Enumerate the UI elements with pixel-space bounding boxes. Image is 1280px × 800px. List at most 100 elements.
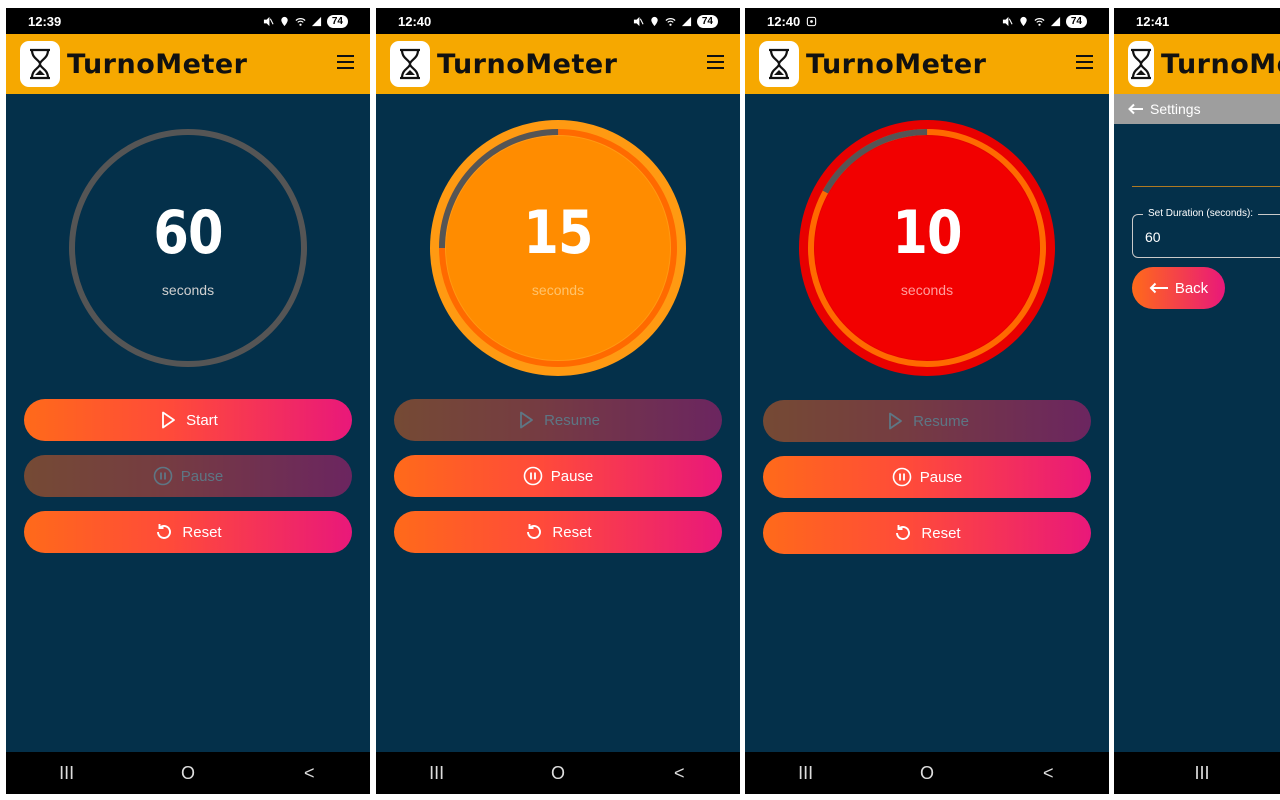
reset-icon: [896, 525, 911, 540]
pause-button-label: Pause: [180, 467, 224, 485]
play-icon: [889, 412, 902, 430]
timer-value: 10: [892, 198, 962, 268]
battery-indicator: 74: [1065, 14, 1087, 28]
recents-button[interactable]: III: [1182, 763, 1222, 784]
status-bar: 12:39 74: [6, 8, 370, 34]
hourglass-logo-icon: [1128, 41, 1154, 87]
mute-icon: [1002, 16, 1013, 26]
phone-screen-idle: 12:39 74 TurnoMeter 60 seconds Start Pau…: [6, 8, 370, 794]
reset-button[interactable]: Reset: [394, 511, 722, 553]
signal-icon: [311, 16, 321, 26]
status-icons: 74: [263, 14, 348, 28]
location-icon: [1020, 16, 1027, 26]
app-title: TurnoMeter: [806, 48, 987, 80]
resume-button[interactable]: Resume: [763, 400, 1091, 442]
recents-button[interactable]: III: [786, 763, 826, 784]
pause-button-label: Pause: [919, 468, 963, 486]
phone-screen-warning: 12:40 74 TurnoMeter 15 seconds Resume Pa…: [376, 8, 740, 794]
battery-indicator: 74: [326, 14, 348, 28]
system-navigation-bar: III O <: [6, 752, 370, 794]
hamburger-menu-icon[interactable]: [707, 55, 724, 69]
timer-unit-label: seconds: [531, 282, 585, 298]
wifi-icon: [295, 17, 306, 26]
settings-header[interactable]: Settings: [1114, 94, 1280, 124]
timer-value: 15: [523, 198, 593, 268]
countdown-timer: 10 seconds: [799, 120, 1055, 376]
settings-title: Settings: [1150, 101, 1201, 117]
pause-button[interactable]: Pause: [394, 455, 722, 497]
resume-button-label: Resume: [913, 412, 969, 430]
home-button[interactable]: O: [907, 763, 947, 784]
timer-value: 60: [153, 198, 223, 268]
resume-button[interactable]: Resume: [394, 399, 722, 441]
status-time: 12:40: [398, 13, 432, 29]
pause-icon: [892, 467, 912, 487]
back-nav-button[interactable]: <: [659, 763, 699, 784]
wifi-icon: [665, 17, 676, 26]
reset-button-label: Reset: [552, 523, 592, 541]
duration-field-label: Set Duration (seconds):: [1143, 208, 1259, 219]
phone-screen-danger: 12:40 74 TurnoMeter 10 seconds Resume Pa…: [745, 8, 1109, 794]
duration-field-value: 60: [1145, 229, 1161, 245]
status-bar: 12:41: [1114, 8, 1280, 34]
resume-button-label: Resume: [544, 411, 600, 429]
home-button[interactable]: O: [168, 763, 208, 784]
status-icons: 74: [633, 14, 718, 28]
play-icon: [520, 411, 533, 429]
hourglass-logo-icon: [390, 41, 430, 87]
back-button[interactable]: Back: [1132, 267, 1225, 309]
location-icon: [651, 16, 658, 26]
countdown-timer: 15 seconds: [430, 120, 686, 376]
reset-button[interactable]: Reset: [763, 512, 1091, 554]
pause-icon: [153, 466, 173, 486]
recents-button[interactable]: III: [47, 763, 87, 784]
app-title: TurnoMeter: [437, 48, 618, 80]
pause-icon: [523, 466, 543, 486]
app-bar: TurnoMeter: [376, 34, 740, 94]
status-bar: 12:40 74: [745, 8, 1109, 34]
timer-unit-label: seconds: [900, 282, 954, 298]
countdown-timer: 60 seconds: [60, 120, 316, 376]
reset-icon: [527, 524, 542, 539]
battery-indicator: 74: [696, 14, 718, 28]
home-button[interactable]: O: [538, 763, 578, 784]
reset-button[interactable]: Reset: [24, 511, 352, 553]
start-button-label: Start: [186, 411, 218, 429]
pause-button[interactable]: Pause: [763, 456, 1091, 498]
mute-icon: [633, 16, 644, 26]
start-button[interactable]: Start: [24, 399, 352, 441]
timer-unit-label: seconds: [161, 282, 215, 298]
arrow-left-icon: [1128, 103, 1143, 115]
phone-screen-settings: 12:41 TurnoMeter Settings Set Duration (…: [1114, 8, 1280, 794]
status-time: 12:40: [767, 13, 801, 29]
status-bar: 12:40 74: [376, 8, 740, 34]
system-navigation-bar: III O <: [745, 752, 1109, 794]
status-time: 12:41: [1136, 13, 1170, 29]
signal-icon: [681, 16, 691, 26]
hamburger-menu-icon[interactable]: [337, 55, 354, 69]
duration-field[interactable]: Set Duration (seconds): 60: [1132, 208, 1280, 258]
system-navigation-bar: III O <: [376, 752, 740, 794]
app-bar: TurnoMeter: [1114, 34, 1280, 94]
screenshot-icon: [807, 16, 817, 26]
reset-icon: [157, 524, 172, 539]
back-nav-button[interactable]: <: [1028, 763, 1068, 784]
back-nav-button[interactable]: <: [289, 763, 329, 784]
app-title: TurnoMeter: [1161, 48, 1280, 80]
recents-button[interactable]: III: [417, 763, 457, 784]
hourglass-logo-icon: [759, 41, 799, 87]
signal-icon: [1050, 16, 1060, 26]
reset-button-label: Reset: [182, 523, 222, 541]
app-bar: TurnoMeter: [6, 34, 370, 94]
play-icon: [162, 411, 176, 429]
pause-button[interactable]: Pause: [24, 455, 352, 497]
reset-button-label: Reset: [921, 524, 961, 542]
system-navigation-bar: III: [1114, 752, 1280, 794]
location-icon: [281, 16, 288, 26]
screenshot-collage: 12:39 74 TurnoMeter 60 seconds Start Pau…: [0, 0, 1280, 800]
pause-button-label: Pause: [550, 467, 594, 485]
back-button-label: Back: [1174, 279, 1209, 297]
wifi-icon: [1034, 17, 1045, 26]
hamburger-menu-icon[interactable]: [1076, 55, 1093, 69]
mute-icon: [263, 16, 274, 26]
